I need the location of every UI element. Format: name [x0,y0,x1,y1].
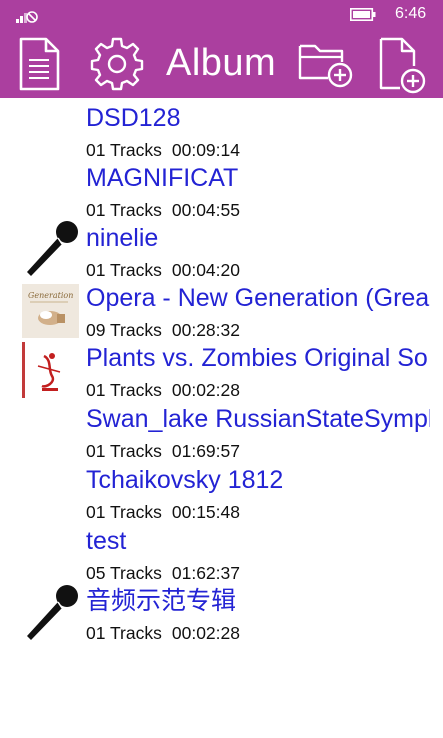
album-meta: 01 Tracks 00:02:28 [86,379,240,398]
page-title: Album [166,42,277,84]
track-count: 01 Tracks [86,380,162,398]
track-count: 01 Tracks [86,623,162,641]
track-count: 01 Tracks [86,140,162,158]
album-item[interactable]: Swan_lake RussianStateSymph 01 Tracks 01:… [0,399,430,459]
album-duration: 00:28:32 [171,320,240,338]
album-name: ninelie [86,224,159,252]
album-name: test [86,527,127,555]
album-name: Plants vs. Zombies Original So [86,344,428,372]
album-cover-opera: Generation [22,284,79,338]
album-cover-pvz [22,342,79,398]
album-duration: 00:15:48 [171,502,240,520]
album-duration: 00:04:20 [171,260,240,278]
album-meta: 05 Tracks 01:62:37 [86,562,240,581]
track-count: 05 Tracks [86,563,162,581]
gear-icon[interactable] [90,37,144,91]
album-name: MAGNIFICAT [86,164,239,192]
track-count: 01 Tracks [86,441,162,459]
add-folder-icon[interactable] [298,40,354,90]
album-item[interactable]: test 05 Tracks 01:62:37 [0,521,430,581]
document-icon[interactable] [18,36,62,92]
album-item[interactable]: Plants vs. Zombies Original So 01 Tracks… [0,338,430,398]
cover-text: Generation [28,291,73,300]
album-item[interactable]: Generation Opera - New Generation (Grea … [0,278,430,338]
app-bar: Album [0,30,443,98]
album-meta: 01 Tracks 00:15:48 [86,501,240,520]
album-item[interactable]: ninelie 01 Tracks 00:04:20 [0,218,430,278]
album-item[interactable]: Tchaikovsky 1812 01 Tracks 00:15:48 [0,460,430,520]
status-bar: 6:46 [0,0,443,30]
microphone-icon [27,585,78,640]
track-count: 09 Tracks [86,320,162,338]
album-meta: 01 Tracks 00:02:28 [86,622,240,641]
clock: 6:46 [395,5,427,22]
album-name: DSD128 [86,104,181,132]
album-duration: 00:02:28 [171,623,240,641]
track-count: 01 Tracks [86,200,162,218]
microphone-icon [27,221,78,276]
album-duration: 01:62:37 [171,563,240,581]
album-name: Opera - New Generation (Grea [86,284,430,312]
album-duration: 00:02:28 [171,380,240,398]
signal-icon [16,11,38,23]
album-item[interactable]: MAGNIFICAT 01 Tracks 00:04:55 [0,158,430,218]
album-name: 音频示范专辑 [86,586,237,615]
album-meta: 01 Tracks 00:09:14 [86,139,240,158]
battery-icon [350,8,376,21]
album-meta: 01 Tracks 01:69:57 [86,440,240,459]
add-file-icon[interactable] [378,36,428,94]
album-duration: 01:69:57 [171,441,240,459]
album-item[interactable]: DSD128 01 Tracks 00:09:14 [0,98,430,158]
album-duration: 00:09:14 [171,140,240,158]
album-meta: 01 Tracks 00:04:55 [86,199,240,218]
album-item[interactable]: 音频示范专辑 01 Tracks 00:02:28 [0,581,430,641]
album-name: Swan_lake RussianStateSymph [86,405,430,433]
album-duration: 00:04:55 [171,200,240,218]
album-name: Tchaikovsky 1812 [86,466,284,494]
track-count: 01 Tracks [86,260,162,278]
track-count: 01 Tracks [86,502,162,520]
album-meta: 09 Tracks 00:28:32 [86,319,240,338]
album-meta: 01 Tracks 00:04:20 [86,259,240,278]
